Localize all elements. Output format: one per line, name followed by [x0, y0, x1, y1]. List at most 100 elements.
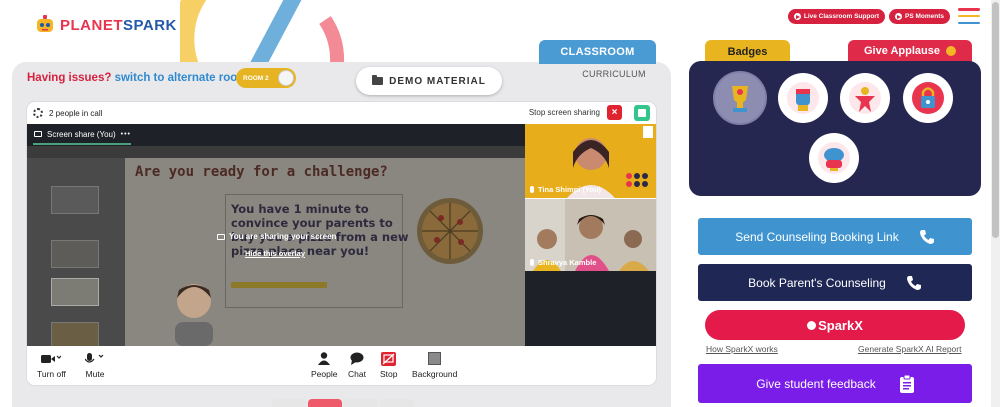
participant-name: Tina Shimpi (You)	[530, 185, 601, 194]
mic-icon	[530, 259, 534, 266]
page-tab[interactable]	[380, 399, 414, 407]
issues-text: Having issues?	[27, 72, 112, 84]
screen-share-label: Screen share (You)	[47, 129, 116, 139]
participant-tile[interactable]: Shravya Kamble	[525, 199, 656, 271]
brain-badge[interactable]	[809, 133, 859, 183]
clap-icon	[946, 46, 956, 56]
scrollbar-thumb[interactable]	[992, 2, 999, 238]
page-tab-active[interactable]	[308, 399, 342, 407]
slide-thumbnail	[51, 240, 99, 268]
mic-icon	[530, 186, 534, 193]
chat-button[interactable]: Chat	[348, 352, 366, 379]
give-student-feedback-button[interactable]: Give student feedback	[698, 364, 972, 403]
phone-icon	[919, 229, 934, 244]
badges-panel	[689, 61, 981, 196]
app-page: PLANETSPARK Live Classroom Support PS Mo…	[0, 0, 1000, 407]
gear-icon[interactable]	[33, 108, 43, 118]
screen-icon	[34, 131, 42, 137]
participant-name: Shravya Kamble	[530, 258, 596, 267]
ps-moments-button[interactable]: PS Moments	[888, 9, 950, 24]
slide-thumbnail	[51, 278, 99, 306]
people-button[interactable]: People	[311, 352, 337, 379]
book-counseling-label: Book Parent's Counseling	[748, 275, 886, 290]
play-icon	[894, 13, 902, 20]
people-count: 2 people in call	[49, 108, 103, 118]
video-call-window: 2 people in call Stop screen sharing × S…	[27, 102, 656, 385]
how-sparkx-works-link[interactable]: How SparkX works	[706, 344, 778, 354]
mute-button[interactable]: Mute	[85, 352, 105, 379]
background-button[interactable]: Background	[412, 352, 457, 379]
star-person-badge[interactable]	[840, 73, 890, 123]
scrollbar[interactable]	[991, 0, 1000, 407]
hamburger-menu-icon[interactable]	[958, 8, 980, 24]
phone-icon	[906, 275, 921, 290]
clipboard-icon	[899, 374, 914, 393]
overlay-message: You are sharing your screen	[229, 232, 337, 241]
stop-sharing-label[interactable]: Stop screen sharing	[529, 108, 600, 117]
logo-text-spark: SPARK	[123, 16, 177, 34]
live-support-label: Live Classroom Support	[803, 13, 879, 20]
generate-sparkx-report-link[interactable]: Generate SparkX AI Report	[858, 344, 961, 354]
give-applause-tab[interactable]: Give Applause	[848, 40, 972, 62]
pizza-image	[417, 198, 483, 264]
shared-document: Are you ready for a challenge? You have …	[27, 146, 525, 350]
stop-sharing-close-icon[interactable]: ×	[607, 105, 622, 120]
demo-material-label: DEMO MATERIAL	[389, 75, 486, 87]
stop-share-icon	[381, 351, 397, 366]
live-classroom-support-button[interactable]: Live Classroom Support	[787, 9, 885, 24]
page-tab[interactable]	[344, 399, 378, 407]
tab-classroom[interactable]: CLASSROOM	[539, 40, 656, 64]
screen-share-icon[interactable]	[634, 105, 650, 121]
background-icon	[428, 352, 442, 365]
stop-sharing-button[interactable]: Stop	[380, 351, 398, 379]
book-parent-counseling-button[interactable]: Book Parent's Counseling	[698, 264, 972, 301]
trophy-badge[interactable]	[715, 73, 765, 123]
screen-share-header: Screen share (You) •••	[27, 124, 525, 144]
room-toggle[interactable]: ROOM 2	[236, 68, 296, 88]
brain-icon	[818, 142, 850, 174]
slide-underline	[231, 282, 327, 288]
more-options-icon[interactable]: •••	[121, 131, 131, 138]
participant-tile[interactable]: Tina Shimpi (You)	[525, 124, 656, 198]
planetspark-logo[interactable]: PLANETSPARK	[34, 14, 177, 36]
camera-icon	[41, 352, 62, 365]
camera-toggle-button[interactable]: Turn off	[37, 352, 66, 379]
fist-icon	[787, 82, 819, 114]
sparkx-label: SparkX	[818, 317, 863, 333]
page-tabs	[272, 399, 414, 407]
ps-moments-label: PS Moments	[904, 13, 944, 20]
star-person-icon	[849, 82, 881, 114]
logo-text-planet: PLANET	[60, 16, 123, 34]
play-icon	[793, 13, 801, 20]
folder-icon	[372, 75, 384, 85]
chat-icon	[350, 352, 364, 365]
toggle-knob	[278, 70, 294, 86]
give-applause-label: Give Applause	[863, 45, 940, 57]
sharing-overlay: You are sharing your screen	[217, 232, 336, 241]
screen-share-area: Screen share (You) ••• Are you ready for…	[27, 124, 525, 350]
slide-canvas: Are you ready for a challenge? You have …	[125, 158, 525, 346]
trophy-icon	[732, 86, 748, 112]
switch-room-link[interactable]: switch to alternate room	[115, 72, 248, 84]
sparkx-icon	[807, 320, 817, 330]
lock-robot-badge[interactable]	[903, 73, 953, 123]
robot-logo-icon	[37, 15, 53, 32]
send-counseling-label: Send Counseling Booking Link	[735, 229, 899, 244]
alternate-room-prompt: Having issues? switch to alternate room	[27, 72, 248, 84]
screen-icon	[217, 233, 225, 240]
hide-overlay-link[interactable]: Hide this overlay	[245, 249, 305, 258]
page-tab[interactable]	[272, 399, 306, 407]
send-counseling-link-button[interactable]: Send Counseling Booking Link	[698, 218, 972, 255]
fist-badge[interactable]	[778, 73, 828, 123]
empty-tile-area	[525, 271, 656, 346]
sparkx-button[interactable]: SparkX	[705, 310, 965, 340]
child-image	[175, 284, 213, 346]
slide-title: Are you ready for a challenge?	[135, 164, 388, 180]
active-tab-indicator	[33, 143, 131, 145]
room-toggle-label: ROOM 2	[243, 74, 269, 82]
document-toolbar	[27, 146, 525, 158]
demo-material-button[interactable]: DEMO MATERIAL	[356, 67, 502, 95]
tab-curriculum[interactable]: CURRICULUM	[569, 69, 659, 79]
mic-icon	[85, 352, 105, 365]
feedback-label: Give student feedback	[756, 376, 876, 391]
